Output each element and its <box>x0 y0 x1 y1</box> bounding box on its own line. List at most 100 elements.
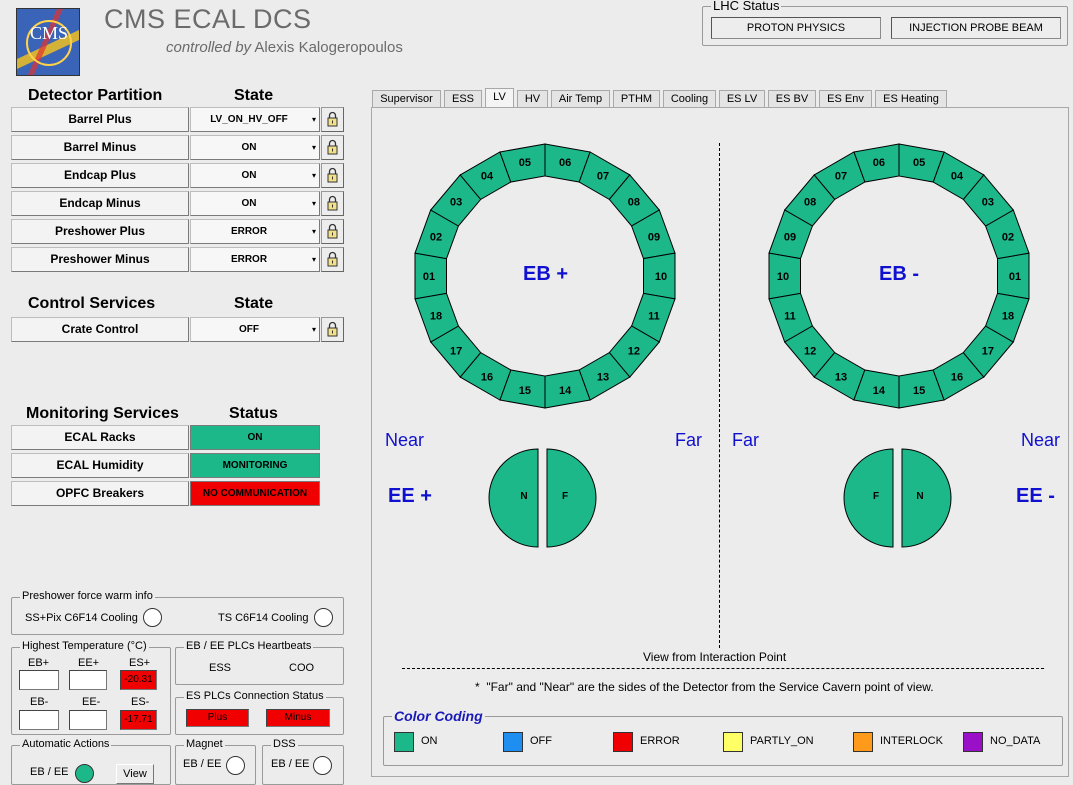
monitoring-status-ecal-racks[interactable]: ON <box>190 425 320 450</box>
eb-plus-sector-label: 02 <box>430 231 442 243</box>
ee-minus-endcap: F N <box>843 448 952 548</box>
eb-plus-sector-label: 15 <box>519 385 531 397</box>
dss-title: DSS <box>271 738 298 750</box>
detector-state-barrel-plus[interactable]: LV_ON_HV_OFF ▾ <box>190 107 320 132</box>
control-services-heading: Control Services <box>28 295 156 312</box>
dropdown-arrow-icon: ▾ <box>311 255 316 264</box>
temp-label-ee-plus: EE+ <box>78 657 100 669</box>
eb-minus-sector-label: 06 <box>873 157 885 169</box>
color-coding-group: Color Coding ON OFF ERROR PARTLY_ON INTERLOC… <box>383 708 1063 766</box>
eb-minus-sector-label: 05 <box>913 157 925 169</box>
detector-label-endcap-plus: Endcap Plus <box>11 163 189 188</box>
eb-plus-sector-label: 18 <box>430 311 442 323</box>
tab-supervisor[interactable]: Supervisor <box>372 90 441 108</box>
center-divider <box>719 143 720 648</box>
ee-minus-near-label: Near <box>1021 430 1061 450</box>
tab-lv[interactable]: LV <box>485 88 514 108</box>
temp-label-eb-minus: EB- <box>30 696 49 708</box>
eb-minus-sector-label: 16 <box>951 372 963 384</box>
dropdown-arrow-icon: ▾ <box>311 143 316 152</box>
eb-minus-sector-label: 07 <box>835 171 847 183</box>
temp-label-ee-minus: EE- <box>82 696 101 708</box>
ee-plus-near-dee[interactable] <box>488 448 539 548</box>
monitoring-label-ecal-racks: ECAL Racks <box>11 425 189 450</box>
eb-plus-sector-label: 10 <box>655 271 667 283</box>
lhc-mode: PROTON PHYSICS <box>711 17 881 39</box>
detector-state-value: LV_ON_HV_OFF <box>210 114 288 125</box>
lhc-status-group: LHC Status PROTON PHYSICS INJECTION PROB… <box>702 0 1068 46</box>
eb-minus-sector-label: 13 <box>835 372 847 384</box>
temp-label-es-plus: ES+ <box>129 657 151 669</box>
monitoring-status-heading: Status <box>229 405 278 422</box>
tab-es-lv[interactable]: ES LV <box>719 90 765 108</box>
detector-lock-preshower-plus[interactable] <box>321 219 344 244</box>
detector-state-value: ON <box>241 142 257 153</box>
detector-state-endcap-plus[interactable]: ON ▾ <box>190 163 320 188</box>
detector-lock-endcap-minus[interactable] <box>321 191 344 216</box>
highest-temperature-title: Highest Temperature (°C) <box>20 640 149 652</box>
temp-value-eb-minus <box>19 710 59 730</box>
detector-state-value: ON <box>241 198 257 209</box>
detector-state-barrel-minus[interactable]: ON ▾ <box>190 135 320 160</box>
eb-plus-sector-label: 13 <box>597 372 609 384</box>
temp-value-eb-plus <box>19 670 59 690</box>
detector-lock-preshower-minus[interactable] <box>321 247 344 272</box>
magnet-group: Magnet EB / EE <box>175 738 256 785</box>
control-state-heading: State <box>234 295 274 312</box>
detector-lock-endcap-plus[interactable] <box>321 163 344 188</box>
dss-label: EB / EE <box>271 758 310 770</box>
tab-es-heating[interactable]: ES Heating <box>875 90 947 108</box>
tab-air-temp[interactable]: Air Temp <box>551 90 610 108</box>
ee-plus-far-dee[interactable] <box>546 448 597 548</box>
detector-lock-barrel-minus[interactable] <box>321 135 344 160</box>
eb-minus-sector-label: 01 <box>1009 271 1021 283</box>
temp-label-eb-plus: EB+ <box>28 657 50 669</box>
automatic-actions-title: Automatic Actions <box>20 738 112 750</box>
color-swatch-on <box>394 732 414 752</box>
monitoring-status-opfc-breakers[interactable]: NO COMMUNICATION <box>190 481 320 506</box>
tab-hv[interactable]: HV <box>517 90 548 108</box>
control-state-crate-control[interactable]: OFF ▾ <box>190 317 320 342</box>
dss-group: DSS EB / EE <box>262 738 344 785</box>
automatic-actions-view-button[interactable]: View <box>116 764 154 784</box>
tab-cooling[interactable]: Cooling <box>663 90 716 108</box>
color-label-error: ERROR <box>640 735 680 747</box>
eb-plus-sector-label: 17 <box>450 346 462 358</box>
detector-state-value: ERROR <box>230 254 268 265</box>
ee-plus-n-text: N <box>520 491 527 502</box>
automatic-actions-led <box>75 764 94 783</box>
monitoring-status-ecal-humidity[interactable]: MONITORING <box>190 453 320 478</box>
detector-lock-barrel-plus[interactable] <box>321 107 344 132</box>
ee-minus-near-dee[interactable] <box>901 448 952 548</box>
ee-plus-far-label: Far <box>675 430 702 450</box>
es-plc-plus-status: Plus <box>186 709 249 727</box>
eb-plus-sector-label: 05 <box>519 157 531 169</box>
control-label-crate-control: Crate Control <box>11 317 189 342</box>
detector-label-barrel-plus: Barrel Plus <box>11 107 189 132</box>
eb-minus-label: EB - <box>879 263 919 285</box>
ee-minus-far-dee[interactable] <box>843 448 894 548</box>
detector-state-preshower-plus[interactable]: ERROR ▾ <box>190 219 320 244</box>
detector-state-value: ERROR <box>230 226 268 237</box>
ee-plus-near-label: Near <box>385 430 425 450</box>
temp-value-ee-minus <box>69 710 107 730</box>
color-swatch-partly-on <box>723 732 743 752</box>
detector-state-endcap-minus[interactable]: ON ▾ <box>190 191 320 216</box>
tab-pthm[interactable]: PTHM <box>613 90 660 108</box>
automatic-actions-group: Automatic Actions EB / EE View <box>11 738 171 785</box>
color-swatch-error <box>613 732 633 752</box>
eb-minus-sector-label: 03 <box>982 196 994 208</box>
es-plc-connection-title: ES PLCs Connection Status <box>184 690 326 702</box>
detector-label-preshower-plus: Preshower Plus <box>11 219 189 244</box>
color-label-on: ON <box>421 735 438 747</box>
footnote-divider <box>402 668 1044 669</box>
tab-es-bv[interactable]: ES BV <box>768 90 816 108</box>
control-lock-crate-control[interactable] <box>321 317 344 342</box>
dropdown-arrow-icon: ▾ <box>311 227 316 236</box>
tab-ess[interactable]: ESS <box>444 90 482 108</box>
color-swatch-no-data <box>963 732 983 752</box>
tab-es-env[interactable]: ES Env <box>819 90 872 108</box>
detector-state-preshower-minus[interactable]: ERROR ▾ <box>190 247 320 272</box>
cms-logo-icon: CMS <box>17 9 79 75</box>
eb-minus-sector-label: 12 <box>804 346 816 358</box>
